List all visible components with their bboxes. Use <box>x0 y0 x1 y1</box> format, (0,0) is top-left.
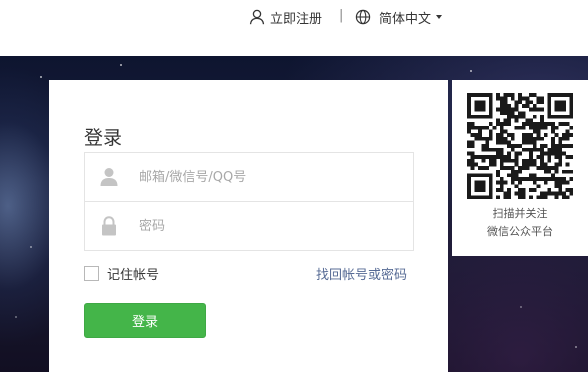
account-input[interactable] <box>139 166 399 188</box>
chevron-down-icon <box>436 15 443 19</box>
remember-checkbox[interactable] <box>84 266 99 281</box>
user-icon <box>100 168 118 186</box>
globe-icon <box>355 9 371 25</box>
language-label: 简体中文 <box>379 11 432 27</box>
password-input[interactable] <box>139 215 399 237</box>
register-label: 立即注册 <box>270 11 323 27</box>
person-icon <box>249 9 265 25</box>
top-bar: 立即注册 | 简体中文 <box>0 0 588 56</box>
header-separator: | <box>339 8 344 23</box>
login-button[interactable]: 登录 <box>84 303 206 338</box>
qr-caption-line1: 扫描并关注 <box>492 207 548 220</box>
login-title: 登录 <box>84 127 123 149</box>
forgot-link[interactable]: 找回帐号或密码 <box>316 264 407 283</box>
remember-label: 记住帐号 <box>107 268 160 283</box>
lock-icon <box>102 216 116 236</box>
qr-caption-line2: 微信公众平台 <box>487 225 553 238</box>
password-row <box>85 202 413 250</box>
register-link[interactable]: 立即注册 <box>249 8 323 27</box>
login-panel: 登录 记住帐号 找回帐号或密码 登录 <box>49 80 448 372</box>
qr-panel: 扫描并关注 微信公众平台 <box>452 80 588 256</box>
remember-account[interactable]: 记住帐号 <box>84 264 159 283</box>
language-selector[interactable]: 简体中文 <box>355 8 443 27</box>
qr-code <box>467 93 573 199</box>
account-row <box>85 153 413 202</box>
login-input-group <box>84 152 414 251</box>
